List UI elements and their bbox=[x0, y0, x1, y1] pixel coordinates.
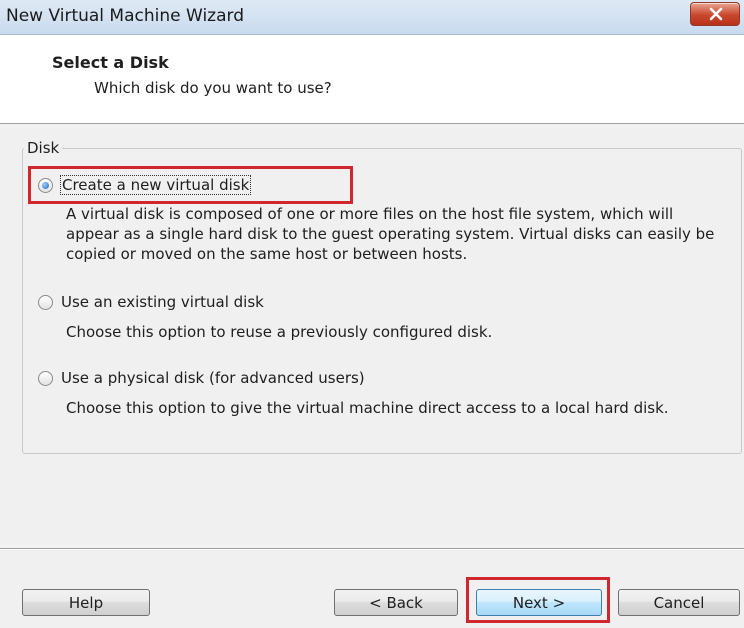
cancel-button[interactable]: Cancel bbox=[618, 589, 740, 616]
radio-use-physical-disk-label[interactable]: Use a physical disk (for advanced users) bbox=[61, 369, 365, 387]
close-icon bbox=[709, 7, 723, 21]
disk-group-legend: Disk bbox=[24, 139, 63, 157]
footer-separator bbox=[0, 548, 744, 550]
create-new-disk-description: A virtual disk is composed of one or mor… bbox=[66, 205, 715, 263]
use-existing-disk-description: Choose this option to reuse a previously… bbox=[66, 323, 493, 341]
radio-use-existing-disk-label[interactable]: Use an existing virtual disk bbox=[61, 293, 264, 311]
radio-use-physical-disk[interactable]: Use a physical disk (for advanced users) bbox=[38, 367, 365, 389]
radio-create-new-disk-label[interactable]: Create a new virtual disk bbox=[59, 175, 252, 195]
page-title: Select a Disk bbox=[52, 53, 169, 72]
use-physical-disk-description: Choose this option to give the virtual m… bbox=[66, 399, 669, 417]
radio-use-existing-disk[interactable]: Use an existing virtual disk bbox=[38, 291, 264, 313]
radio-create-new-disk[interactable]: Create a new virtual disk bbox=[38, 174, 252, 196]
wizard-header: Select a Disk Which disk do you want to … bbox=[0, 35, 744, 124]
back-button[interactable]: < Back bbox=[334, 589, 458, 616]
title-bar[interactable]: New Virtual Machine Wizard bbox=[0, 0, 744, 35]
new-vm-wizard-dialog: New Virtual Machine Wizard Select a Disk… bbox=[0, 0, 744, 628]
help-button[interactable]: Help bbox=[22, 589, 150, 616]
close-button[interactable] bbox=[690, 2, 740, 26]
window-title: New Virtual Machine Wizard bbox=[6, 6, 244, 26]
radio-unselected-icon[interactable] bbox=[38, 370, 53, 386]
radio-unselected-icon[interactable] bbox=[38, 294, 53, 310]
next-button[interactable]: Next > bbox=[476, 589, 602, 616]
page-subtitle: Which disk do you want to use? bbox=[94, 79, 332, 97]
radio-selected-icon[interactable] bbox=[38, 177, 53, 193]
